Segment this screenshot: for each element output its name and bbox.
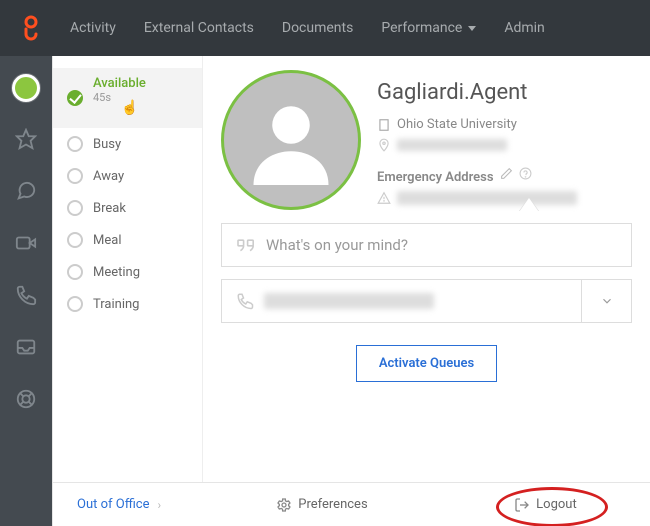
presence-indicator[interactable] — [12, 74, 40, 102]
chevron-right-icon: › — [157, 498, 161, 512]
video-icon[interactable] — [15, 232, 37, 258]
status-break[interactable]: Break — [53, 192, 202, 224]
edit-icon[interactable] — [500, 167, 513, 180]
preferences-link[interactable]: Preferences — [276, 497, 367, 513]
warning-icon — [377, 191, 391, 205]
emergency-row — [377, 191, 632, 205]
location-row — [377, 138, 632, 152]
status-label: Available — [93, 76, 146, 91]
agent-name: Gagliardi.Agent — [377, 80, 632, 105]
cursor-hand-icon: ☝ — [121, 100, 138, 116]
nav-external-contacts[interactable]: External Contacts — [144, 20, 254, 36]
status-busy[interactable]: Busy — [53, 128, 202, 160]
status-training[interactable]: Training — [53, 288, 202, 320]
radio-icon — [67, 168, 83, 184]
status-available[interactable]: Available 45s ☝ — [53, 68, 202, 128]
pin-icon — [377, 138, 391, 152]
app-logo — [20, 15, 42, 41]
nav-admin[interactable]: Admin — [504, 20, 544, 36]
status-meeting[interactable]: Meeting — [53, 256, 202, 288]
emergency-redacted — [397, 191, 577, 205]
phone-redacted — [264, 293, 434, 309]
radio-icon — [67, 136, 83, 152]
phone-icon — [236, 292, 254, 310]
footer: Out of Office › Preferences Logout — [53, 482, 650, 526]
out-of-office-link[interactable]: Out of Office › — [53, 497, 203, 512]
avatar — [221, 70, 361, 210]
logout-icon — [514, 497, 530, 513]
radio-icon — [67, 200, 83, 216]
radio-icon — [67, 232, 83, 248]
status-list: Available 45s ☝ Busy Away Break Meal Mee… — [53, 56, 203, 482]
profile-panel: Gagliardi.Agent Ohio State University Em… — [203, 56, 650, 482]
phone-selector — [221, 279, 632, 323]
building-icon — [377, 118, 391, 132]
chat-icon[interactable] — [15, 180, 37, 206]
nav-documents[interactable]: Documents — [282, 20, 353, 36]
speech-pointer — [519, 198, 539, 212]
phone-icon[interactable] — [15, 284, 37, 310]
radio-checked-icon — [67, 90, 83, 106]
phone-dropdown[interactable] — [581, 280, 631, 322]
left-rail — [0, 56, 52, 526]
nav-activity[interactable]: Activity — [70, 20, 116, 36]
location-redacted — [397, 139, 507, 151]
top-menu: Activity External Contacts Documents Per… — [70, 20, 545, 36]
status-meal[interactable]: Meal — [53, 224, 202, 256]
help-circle-icon[interactable] — [519, 167, 532, 180]
radio-icon — [67, 264, 83, 280]
logout-link[interactable]: Logout — [514, 497, 577, 513]
status-away[interactable]: Away — [53, 160, 202, 192]
org-row: Ohio State University — [377, 117, 632, 132]
quote-icon — [236, 237, 256, 253]
gear-icon — [276, 497, 292, 513]
emergency-label: Emergency Address — [377, 170, 494, 185]
inbox-icon[interactable] — [15, 336, 37, 362]
top-nav: Activity External Contacts Documents Per… — [0, 0, 650, 56]
compose-input[interactable]: What's on your mind? — [221, 223, 632, 267]
chevron-down-icon — [468, 26, 476, 31]
compose-placeholder: What's on your mind? — [266, 236, 408, 254]
help-icon[interactable] — [15, 388, 37, 414]
activate-queues-button[interactable]: Activate Queues — [356, 345, 497, 382]
nav-performance[interactable]: Performance — [381, 20, 476, 36]
radio-icon — [67, 296, 83, 312]
star-icon[interactable] — [15, 128, 37, 154]
